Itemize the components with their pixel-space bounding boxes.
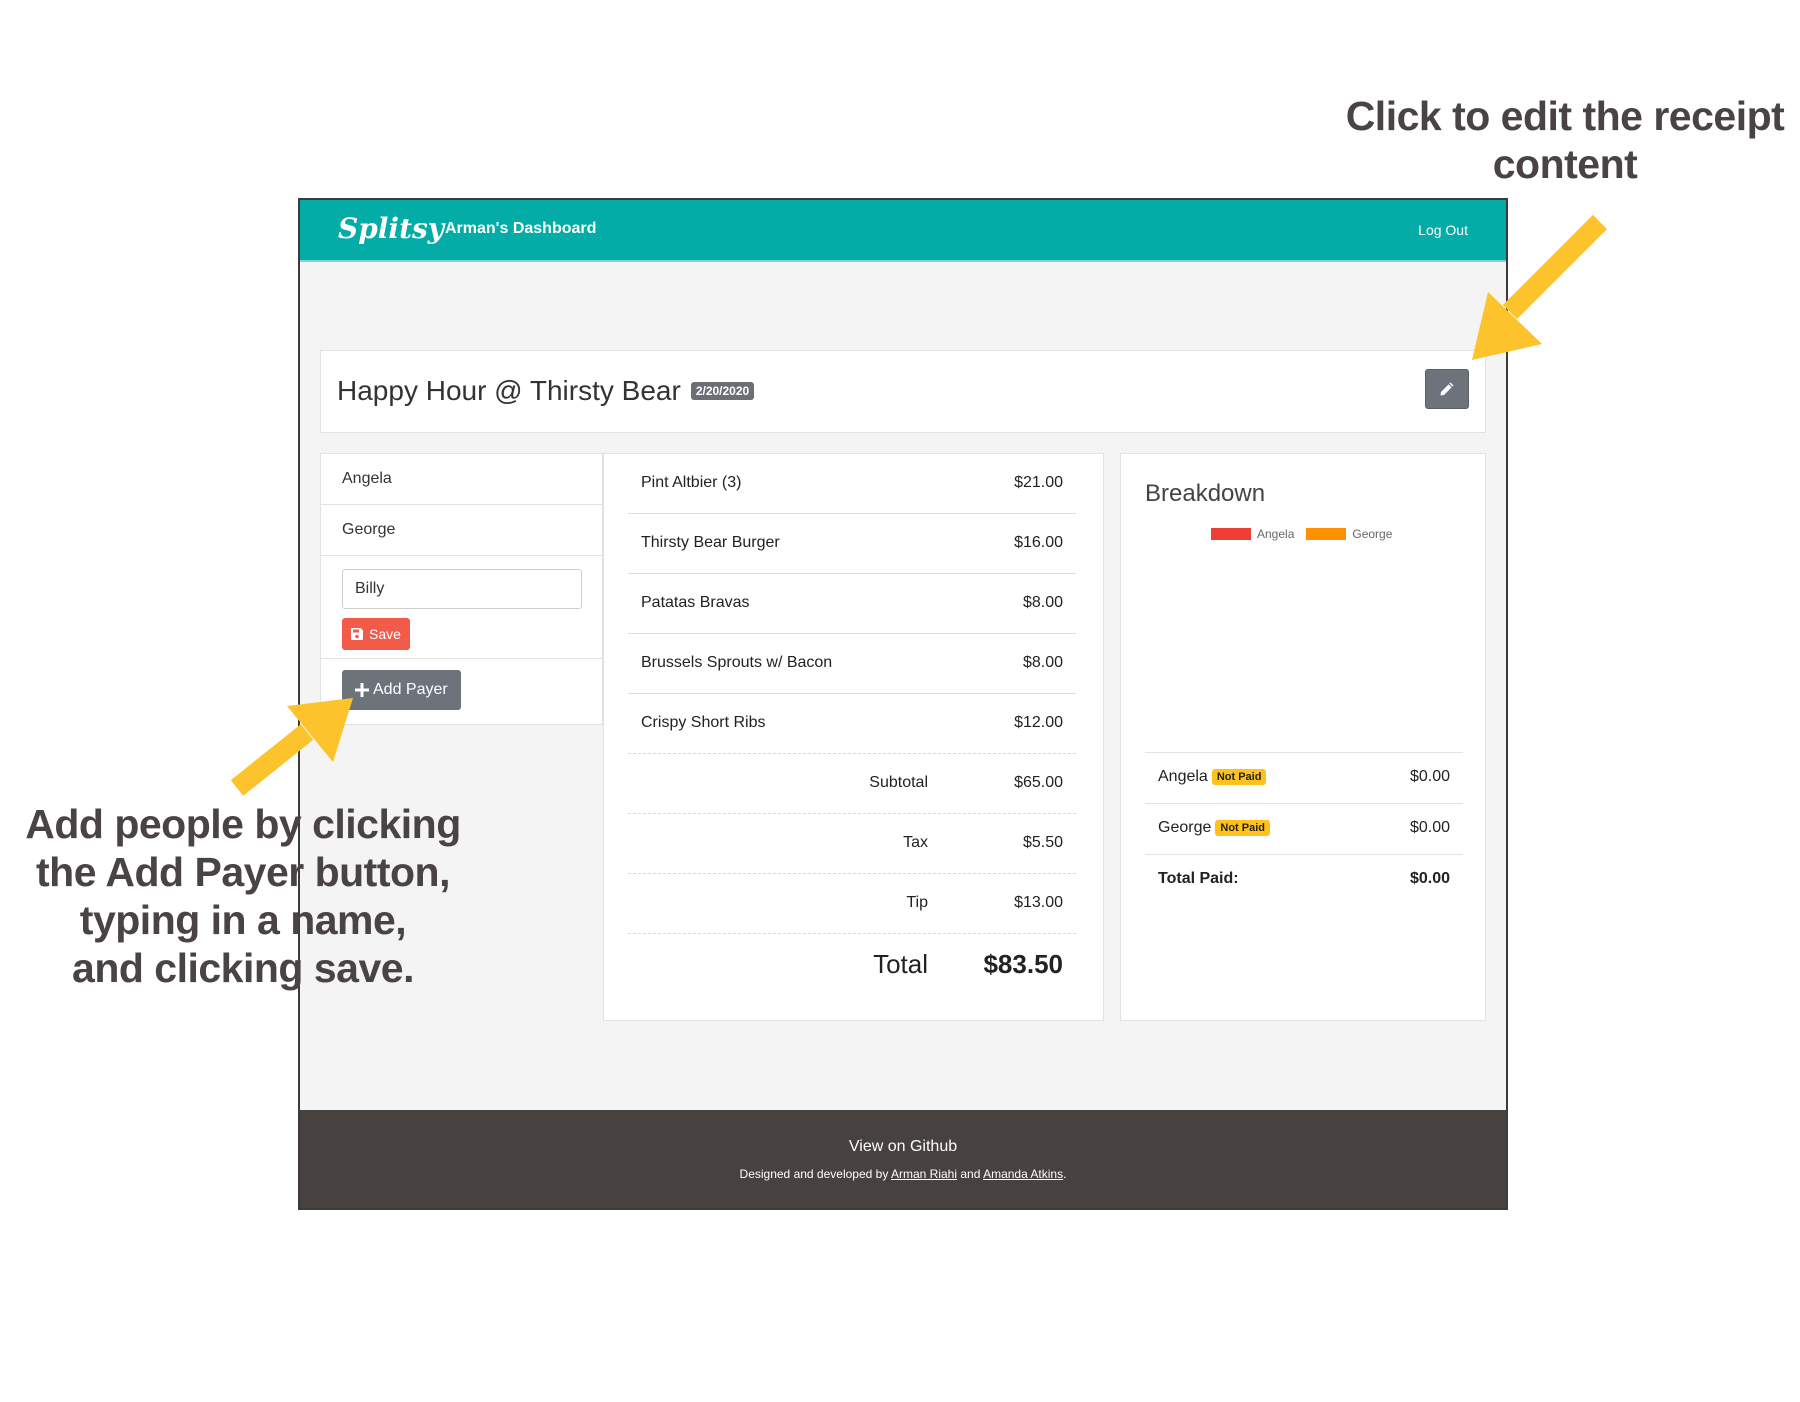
item-row[interactable]: Crispy Short Ribs $12.00 xyxy=(628,694,1076,754)
legend-item[interactable]: George xyxy=(1306,527,1392,541)
floppy-disk-icon xyxy=(351,628,363,640)
navbar: Splitsy Arman's Dashboard Log Out xyxy=(300,200,1506,262)
legend-item[interactable]: Angela xyxy=(1211,527,1294,541)
footer: View on Github Designed and developed by… xyxy=(300,1110,1506,1208)
dashboard-title[interactable]: Arman's Dashboard xyxy=(445,220,596,238)
annotation-line: and clicking save. xyxy=(72,945,414,991)
edit-receipt-button[interactable] xyxy=(1425,369,1469,409)
total-paid-value: $0.00 xyxy=(1409,870,1450,887)
receipt-title: Happy Hour @ Thirsty Bear xyxy=(337,375,681,406)
subtotal-row: Subtotal $65.00 xyxy=(628,754,1076,814)
tip-row: Tip $13.00 xyxy=(628,874,1076,934)
breakdown-payer: George Not Paid xyxy=(1158,819,1270,837)
receipt-title-wrap: Happy Hour @ Thirsty Bear 2/20/2020 xyxy=(337,375,755,407)
breakdown-row: Angela Not Paid $0.00 xyxy=(1145,752,1463,803)
pencil-icon xyxy=(1440,382,1454,396)
edit-annotation: Click to edit the receipt content xyxy=(1340,92,1790,188)
author-link[interactable]: Amanda Atkins xyxy=(983,1167,1063,1181)
legend-swatch xyxy=(1211,528,1251,540)
tip-value: $13.00 xyxy=(1014,894,1063,911)
subtotal-value: $65.00 xyxy=(1014,774,1063,791)
total-label: Total xyxy=(873,949,928,979)
total-paid-label: Total Paid: xyxy=(1158,870,1239,887)
breakdown-payer: Angela Not Paid xyxy=(1158,768,1267,786)
item-name: Thirsty Bear Burger xyxy=(641,534,780,551)
add-payer-label: Add Payer xyxy=(373,681,448,698)
item-name: Crispy Short Ribs xyxy=(641,714,766,731)
tax-value: $5.50 xyxy=(1022,834,1063,851)
save-label: Save xyxy=(369,626,401,642)
receipt-header: Happy Hour @ Thirsty Bear 2/20/2020 xyxy=(320,350,1486,433)
annotation-line: Click to edit the receipt xyxy=(1345,93,1785,139)
legend-swatch xyxy=(1306,528,1347,540)
breakdown-panel: Breakdown Angela George Angela Not Paid $… xyxy=(1120,453,1486,1021)
breakdown-row: George Not Paid $0.00 xyxy=(1145,803,1463,854)
credits-suffix: . xyxy=(1063,1167,1067,1181)
payer-item[interactable]: George xyxy=(321,505,602,556)
arrow-to-edit-icon xyxy=(1472,214,1608,360)
payer-item[interactable]: Angela xyxy=(321,454,602,505)
date-badge: 2/20/2020 xyxy=(690,382,755,400)
total-row: Total $83.50 xyxy=(628,934,1076,994)
total-paid-row: Total Paid: $0.00 xyxy=(1145,854,1463,905)
chart-legend: Angela George xyxy=(1211,527,1392,541)
breakdown-amount: $0.00 xyxy=(1409,819,1450,836)
arrow-to-add-payer-icon xyxy=(230,698,353,796)
item-price: $8.00 xyxy=(1022,654,1063,671)
subtotal-label: Subtotal xyxy=(869,774,928,791)
item-price: $16.00 xyxy=(1014,534,1063,551)
payer-name: George xyxy=(1158,819,1212,836)
breakdown-amount: $0.00 xyxy=(1409,768,1450,785)
item-price: $12.00 xyxy=(1014,714,1063,731)
status-badge: Not Paid xyxy=(1211,769,1267,785)
tip-label: Tip xyxy=(906,894,928,911)
annotation-line: typing in a name, xyxy=(79,897,407,943)
item-name: Brussels Sprouts w/ Bacon xyxy=(641,654,833,671)
item-price: $8.00 xyxy=(1022,594,1063,611)
app-window: Splitsy Arman's Dashboard Log Out Happy … xyxy=(298,198,1508,1210)
annotation-line: content xyxy=(1492,141,1638,187)
github-link[interactable]: View on Github xyxy=(300,1138,1506,1156)
save-button[interactable]: Save xyxy=(342,618,410,650)
author-link[interactable]: Arman Riahi xyxy=(891,1167,957,1181)
item-row[interactable]: Patatas Bravas $8.00 xyxy=(628,574,1076,634)
breakdown-title: Breakdown xyxy=(1145,480,1266,507)
payers-panel: Angela George Save Add Payer xyxy=(320,453,603,725)
item-price: $21.00 xyxy=(1014,474,1063,491)
brand-logo[interactable]: Splitsy xyxy=(338,212,444,245)
tax-row: Tax $5.50 xyxy=(628,814,1076,874)
legend-label: George xyxy=(1352,527,1393,541)
annotation-line: Add people by clicking xyxy=(25,801,461,847)
status-badge: Not Paid xyxy=(1215,820,1270,836)
total-value: $83.50 xyxy=(983,949,1063,979)
item-row[interactable]: Thirsty Bear Burger $16.00 xyxy=(628,514,1076,574)
credits-and: and xyxy=(960,1167,981,1181)
item-name: Patatas Bravas xyxy=(641,594,750,611)
payer-name: Angela xyxy=(1158,768,1208,785)
legend-label: Angela xyxy=(1257,527,1295,541)
payer-name-input[interactable] xyxy=(342,569,582,609)
tax-label: Tax xyxy=(903,834,928,851)
add-payer-annotation: Add people by clicking the Add Payer but… xyxy=(8,800,478,992)
item-row[interactable]: Brussels Sprouts w/ Bacon $8.00 xyxy=(628,634,1076,694)
credits: Designed and developed by Arman Riahi an… xyxy=(300,1167,1506,1181)
annotation-line: the Add Payer button, xyxy=(36,849,450,895)
item-name: Pint Altbier (3) xyxy=(641,474,742,491)
item-row[interactable]: Pint Altbier (3) $21.00 xyxy=(628,454,1076,514)
new-payer-form: Save xyxy=(321,556,602,659)
receipt-items-panel: Pint Altbier (3) $21.00 Thirsty Bear Bur… xyxy=(603,453,1104,1021)
credits-prefix: Designed and developed by xyxy=(739,1167,889,1181)
